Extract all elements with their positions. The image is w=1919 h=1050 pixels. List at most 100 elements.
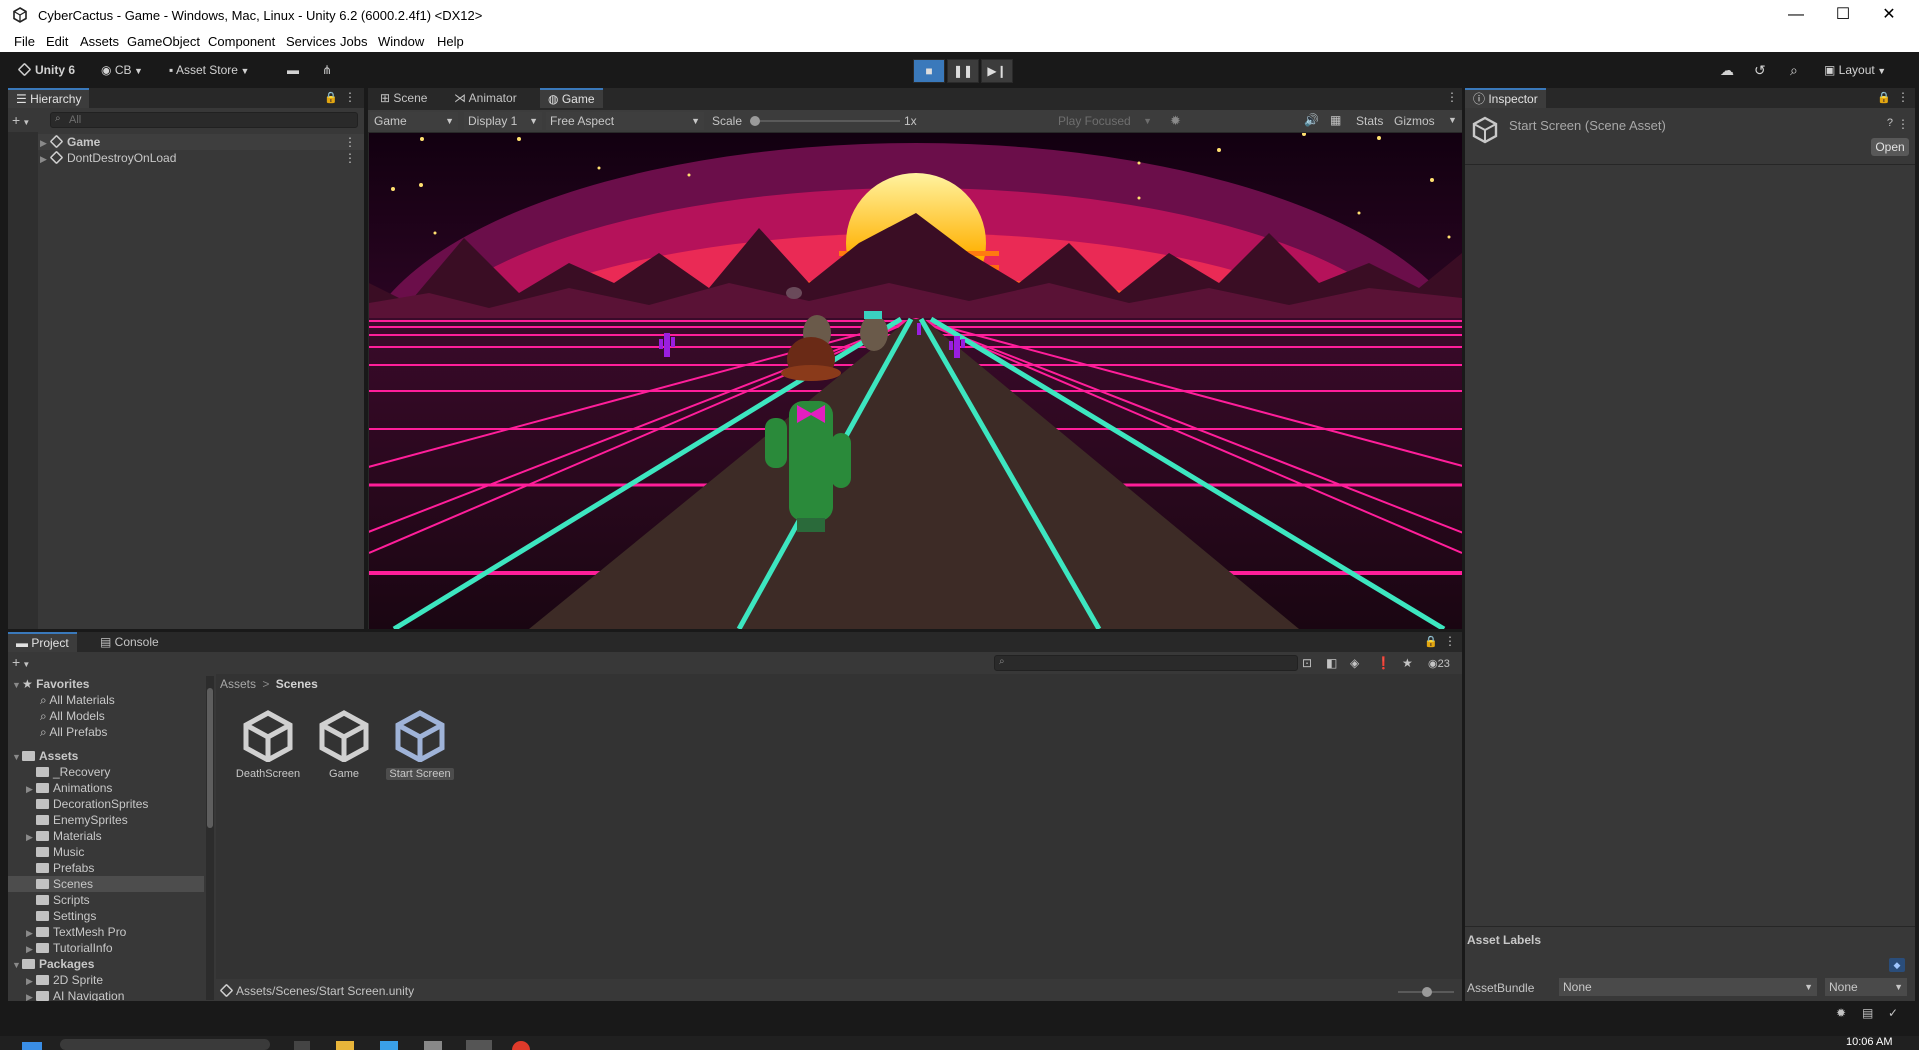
folder-item[interactable]: Music: [26, 844, 84, 860]
audio-icon[interactable]: 🔊: [1304, 113, 1319, 127]
menu-edit[interactable]: Edit: [46, 34, 68, 49]
breadcrumb-item[interactable]: Scenes: [276, 677, 318, 691]
scrollbar-thumb[interactable]: [207, 688, 213, 828]
project-search-input[interactable]: ⌕: [994, 655, 1298, 671]
folder-item[interactable]: Scripts: [26, 892, 90, 908]
chrome-icon[interactable]: [512, 1041, 530, 1050]
unity-editor-taskbar-icon[interactable]: [466, 1040, 492, 1050]
hierarchy-search-input[interactable]: ⌕ All: [50, 112, 358, 128]
close-button[interactable]: ✕: [1869, 4, 1909, 26]
folder-item[interactable]: Settings: [26, 908, 96, 924]
scene-asset-tile-selected[interactable]: Start Screen: [382, 710, 458, 780]
package-item[interactable]: ▶ AI Navigation: [26, 988, 124, 1001]
scene-asset-tile[interactable]: Game: [306, 710, 382, 780]
kebab-menu-icon[interactable]: ⋮: [344, 134, 356, 150]
filter-by-type-icon[interactable]: ◧: [1326, 656, 1337, 670]
favorite-star-icon[interactable]: ★: [1402, 656, 1413, 670]
hierarchy-item-dontdestroyonload[interactable]: ▶ DontDestroyOnLoad ⋮: [8, 150, 364, 166]
folder-item[interactable]: ▶ TutorialInfo: [26, 940, 113, 956]
search-by-type-icon[interactable]: ⊡: [1302, 656, 1312, 670]
play-focus-dropdown[interactable]: Play Focused ▼: [1054, 112, 1156, 130]
add-object-button[interactable]: + ▼: [12, 112, 42, 128]
lock-icon[interactable]: 🔒: [1424, 635, 1438, 648]
maximize-button[interactable]: ☐: [1823, 4, 1863, 26]
package-icon[interactable]: ▬: [287, 61, 299, 79]
folder-tree-scrollbar[interactable]: [206, 676, 214, 1000]
step-button[interactable]: ▶❙: [981, 59, 1013, 83]
stats-button[interactable]: Stats: [1356, 114, 1383, 128]
favorite-item[interactable]: ⌕ All Models: [40, 708, 105, 724]
asset-bundle-dropdown[interactable]: None ▼: [1559, 978, 1817, 996]
filter-by-label-icon[interactable]: ◈: [1350, 656, 1359, 670]
menu-gameobject[interactable]: GameObject: [127, 34, 200, 49]
play-stop-button[interactable]: ■: [913, 59, 945, 83]
icon-size-slider-handle[interactable]: [1422, 987, 1432, 997]
tab-animator[interactable]: ⋊ Animator: [446, 88, 525, 108]
folder-item[interactable]: ▶ TextMesh Pro: [26, 924, 126, 940]
breadcrumb-item[interactable]: Assets: [220, 677, 256, 691]
tab-game[interactable]: ◍ Game: [540, 88, 603, 108]
hidden-packages-indicator[interactable]: ◉23: [1428, 657, 1450, 670]
menu-file[interactable]: File: [14, 34, 35, 49]
folder-item-selected[interactable]: Scenes: [8, 876, 204, 892]
game-render-view[interactable]: [369, 133, 1462, 629]
menu-jobs[interactable]: Jobs: [340, 34, 367, 49]
task-view-icon[interactable]: [294, 1041, 310, 1050]
grid-toggle-icon[interactable]: ▦: [1330, 113, 1341, 127]
display-dropdown[interactable]: Display 1 ▼: [464, 112, 542, 130]
history-icon[interactable]: ↺: [1754, 61, 1766, 79]
taskbar-search-box[interactable]: [60, 1039, 270, 1050]
tab-inspector[interactable]: ⓘ Inspector: [1465, 88, 1546, 108]
folder-item[interactable]: _Recovery: [26, 764, 110, 780]
tab-console[interactable]: ▤ Console: [92, 632, 167, 652]
open-button[interactable]: Open: [1871, 138, 1909, 156]
menu-services[interactable]: Services: [286, 34, 336, 49]
packages-root[interactable]: ▼ Packages: [12, 956, 94, 972]
folder-item[interactable]: ▶ Animations: [26, 780, 112, 796]
tab-project[interactable]: ▬ Project: [8, 632, 77, 652]
kebab-menu-icon[interactable]: ⋮: [1446, 90, 1458, 104]
windows-start-icon[interactable]: [22, 1042, 42, 1050]
kebab-menu-icon[interactable]: ⋮: [344, 150, 356, 166]
kebab-menu-icon[interactable]: ⋮: [1444, 634, 1456, 648]
asset-bundle-variant-dropdown[interactable]: None ▼: [1825, 978, 1907, 996]
folder-item[interactable]: ▶ Materials: [26, 828, 102, 844]
gizmos-button[interactable]: Gizmos: [1394, 114, 1435, 128]
file-explorer-icon[interactable]: [336, 1041, 354, 1050]
unity-hub-icon[interactable]: [424, 1041, 442, 1050]
account-dropdown[interactable]: ◉ CB ▼: [101, 61, 143, 79]
lock-icon[interactable]: 🔒: [324, 91, 338, 104]
menu-assets[interactable]: Assets: [80, 34, 119, 49]
create-asset-button[interactable]: + ▼: [12, 654, 42, 670]
game-mode-dropdown[interactable]: Game ▼: [370, 112, 458, 130]
help-icon[interactable]: ?: [1887, 117, 1893, 129]
search-icon[interactable]: ⌕: [1790, 61, 1798, 79]
asset-store-dropdown[interactable]: ▪ Asset Store ▼: [169, 61, 249, 79]
tag-icon[interactable]: ◆: [1889, 958, 1905, 972]
bug-icon[interactable]: ✹: [1170, 113, 1181, 129]
layout-dropdown[interactable]: ▣ Layout ▼: [1824, 61, 1886, 79]
chevron-down-icon[interactable]: ▼: [1448, 115, 1457, 125]
hierarchy-item-game[interactable]: ▶ Game ⋮: [8, 134, 364, 150]
unity-account-button[interactable]: Unity 6: [17, 61, 75, 79]
scale-slider-handle[interactable]: [750, 116, 760, 126]
favorites-header[interactable]: ▼★ Favorites: [12, 676, 89, 692]
app-store-icon[interactable]: [380, 1041, 398, 1050]
folder-item[interactable]: EnemySprites: [26, 812, 128, 828]
debug-icon[interactable]: ✹: [1836, 1006, 1846, 1020]
warning-filter-icon[interactable]: ❗: [1376, 656, 1391, 670]
folder-item[interactable]: Prefabs: [26, 860, 94, 876]
favorite-item[interactable]: ⌕ All Prefabs: [40, 724, 107, 740]
folder-item[interactable]: DecorationSprites: [26, 796, 148, 812]
cache-server-icon[interactable]: ▤: [1862, 1006, 1873, 1020]
package-item[interactable]: ▶ 2D Sprite: [26, 972, 103, 988]
lock-icon[interactable]: 🔒: [1877, 91, 1891, 104]
menu-component[interactable]: Component: [208, 34, 275, 49]
kebab-menu-icon[interactable]: ⋮: [1897, 90, 1909, 104]
tab-hierarchy[interactable]: ☰ Hierarchy: [8, 88, 90, 108]
kebab-menu-icon[interactable]: ⋮: [1897, 117, 1909, 131]
cloud-icon[interactable]: ☁: [1720, 61, 1734, 79]
version-control-icon[interactable]: ⋔: [322, 61, 332, 79]
aspect-dropdown[interactable]: Free Aspect ▼: [546, 112, 704, 130]
tab-scene[interactable]: ⊞ Scene: [372, 88, 435, 108]
